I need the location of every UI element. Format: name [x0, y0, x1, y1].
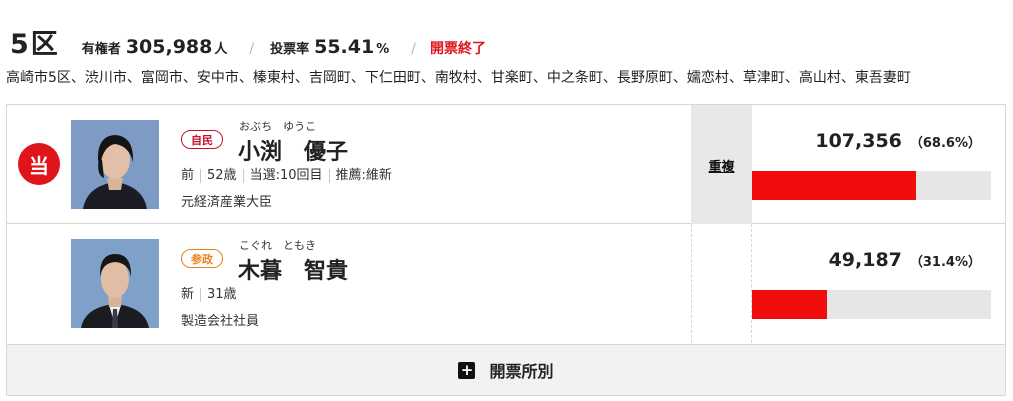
vote-percent: （68.6%） [909, 136, 981, 151]
candidate-photo-female [71, 120, 159, 209]
candidate-furigana: おぶち ゆうこ [239, 120, 317, 133]
duplicate-link[interactable]: 重複 [691, 156, 752, 175]
vote-count: 49,187 （31.4%） [829, 249, 981, 271]
elected-badge: 当 [18, 143, 60, 185]
candidate-status: 前 [181, 168, 195, 183]
candidate-status: 新 [181, 287, 195, 302]
turnout-label: 投票率 [270, 42, 310, 57]
vote-number: 107,356 [815, 130, 902, 152]
candidate-name: 小渕 優子 [238, 140, 349, 165]
vote-bar-track [752, 290, 991, 319]
polling-station-toggle[interactable]: + 開票所別 [7, 344, 1005, 395]
candidate-endorsement: 推薦:維新 [328, 169, 398, 183]
candidate-age: 31歳 [200, 288, 243, 302]
candidate-meta: 新 31歳 [181, 288, 243, 302]
vote-percent: （31.4%） [909, 255, 981, 270]
electorate-value: 305,988 [125, 36, 213, 58]
candidate-career: 製造会社社員 [181, 314, 260, 329]
candidate-meta: 前 52歳 当選:10回目 推薦:維新 [181, 169, 398, 183]
party-badge: 自民 [181, 130, 223, 149]
electorate-unit: 人 [214, 42, 228, 57]
candidate-photo-male [71, 239, 159, 328]
vote-number: 49,187 [828, 249, 902, 271]
vote-bar-fill [752, 290, 828, 319]
district-title: 5区 [10, 29, 60, 60]
duplicate-column: 重複 [691, 105, 752, 224]
header-separator: / [249, 41, 255, 57]
candidate-row: 当 自民 おぶち ゆうこ 小渕 優子 前 52歳 当選:10回目 推薦:維新 元… [7, 105, 1005, 224]
vote-bar-track [752, 171, 991, 200]
district-areas: 高崎市5区、渋川市、富岡市、安中市、榛東村、吉岡町、下仁田町、南牧村、甘楽町、中… [6, 70, 911, 86]
header-separator: / [411, 41, 416, 57]
party-badge: 参政 [181, 249, 223, 268]
candidate-age: 52歳 [200, 169, 243, 183]
candidate-career: 元経済産業大臣 [181, 195, 273, 210]
vote-bar-fill [752, 171, 916, 200]
duplicate-column [691, 224, 752, 343]
candidate-wins: 当選:10回目 [242, 169, 329, 183]
turnout-unit: % [376, 42, 390, 57]
candidate-furigana: こぐれ ともき [239, 239, 316, 252]
count-status-label: 開票終了 [429, 41, 486, 57]
candidate-name: 木暮 智貴 [238, 259, 349, 284]
results-panel: 当 自民 おぶち ゆうこ 小渕 優子 前 52歳 当選:10回目 推薦:維新 元… [6, 104, 1006, 396]
district-header: 5区 有権者 305,988 人 / 投票率 55.41 % / 開票終了 [10, 22, 486, 60]
plus-icon: + [458, 361, 476, 379]
vote-count: 107,356 （68.6%） [815, 130, 981, 152]
electorate-label: 有権者 [81, 42, 121, 57]
turnout-value: 55.41 [314, 36, 375, 58]
polling-station-label: 開票所別 [489, 362, 554, 381]
candidate-row: 参政 こぐれ ともき 木暮 智貴 新 31歳 製造会社社員 49,187 （31… [7, 224, 1005, 343]
